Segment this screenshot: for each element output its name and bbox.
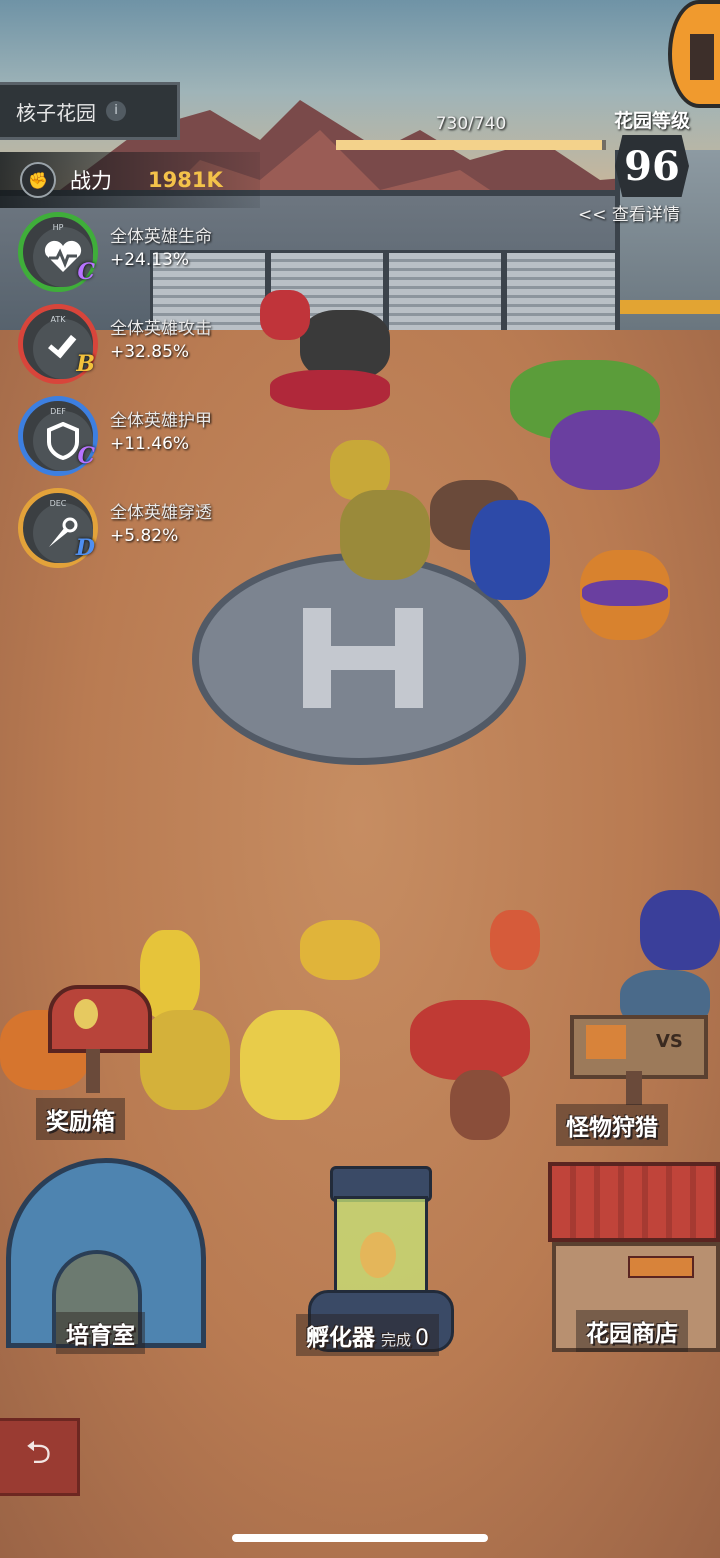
- stat-value: +11.46%: [110, 434, 190, 454]
- stat-ring: DEF C: [18, 396, 98, 476]
- reward-box-facility[interactable]: [40, 985, 152, 1095]
- stat-name: 全体英雄攻击: [110, 319, 212, 339]
- combat-power-label: 战力: [70, 169, 112, 193]
- breeding-room-label[interactable]: 培育室: [56, 1312, 145, 1354]
- stat-ring: DEC D: [18, 488, 98, 568]
- garden-level-number: 96: [624, 142, 680, 190]
- stat-name: 全体英雄生命: [110, 227, 212, 247]
- view-details-link[interactable]: << 查看详情: [578, 200, 680, 225]
- stat-value: +32.85%: [110, 342, 190, 362]
- monster-hunt-label[interactable]: 怪物狩猎: [556, 1104, 668, 1146]
- vs-sign-text: VS: [656, 1031, 683, 1052]
- garden-exp-text: 730/740: [435, 114, 507, 134]
- stat-row[interactable]: DEC D 全体英雄穿透 +5.82%: [18, 488, 278, 570]
- incubator-done-label: 完成: [381, 1331, 412, 1349]
- stat-ring: HP C: [18, 212, 98, 292]
- stat-value: +24.13%: [110, 250, 190, 270]
- stat-grade: C: [77, 443, 95, 469]
- pumpkin-monster[interactable]: [570, 500, 680, 650]
- stat-abbr: HP: [52, 223, 64, 232]
- stat-row[interactable]: ATK B 全体英雄攻击 +32.85%: [18, 304, 278, 386]
- back-button[interactable]: ⮌: [0, 1418, 80, 1496]
- golden-bird-monster[interactable]: [230, 920, 410, 1140]
- garden-shop-label[interactable]: 花园商店: [576, 1310, 688, 1352]
- combat-power-panel: ✊ 战力 1981K: [0, 152, 260, 208]
- garden-level-badge: 96: [615, 135, 689, 197]
- garden-level-title: 花园等级: [613, 110, 690, 132]
- helipad-h-mark: [303, 608, 423, 708]
- combat-power-value: 1981K: [148, 168, 223, 192]
- incubator-title: 孵化器: [306, 1325, 375, 1351]
- garden-level-panel[interactable]: 花园等级 96: [604, 106, 700, 200]
- info-icon[interactable]: i: [106, 101, 126, 121]
- stat-row[interactable]: HP C 全体英雄生命 +24.13%: [18, 212, 278, 294]
- home-indicator[interactable]: [232, 1534, 488, 1542]
- stat-name: 全体英雄穿透: [110, 503, 212, 523]
- stat-grade: D: [75, 535, 95, 561]
- blue-winged-monster[interactable]: [430, 440, 580, 620]
- garden-name: 核子花园: [16, 100, 96, 125]
- stat-grade: B: [76, 351, 95, 377]
- incubator-label[interactable]: 孵化器 完成 0: [296, 1314, 440, 1356]
- garden-name-panel[interactable]: 核子花园 i: [0, 82, 180, 140]
- stat-row[interactable]: DEF C 全体英雄护甲 +11.46%: [18, 396, 278, 478]
- garden-exp-fill: [336, 140, 603, 150]
- shutter-door: [504, 250, 622, 340]
- fist-icon: ✊: [20, 162, 56, 198]
- stat-grade: C: [77, 259, 95, 285]
- stat-abbr: DEC: [49, 499, 67, 508]
- stat-name: 全体英雄护甲: [110, 411, 212, 431]
- stat-abbr: DEF: [50, 407, 66, 416]
- back-arrow-icon: ⮌: [25, 1433, 52, 1471]
- monster-hunt-facility[interactable]: VS: [570, 1015, 710, 1105]
- stat-abbr: ATK: [50, 315, 66, 324]
- stat-value: +5.82%: [110, 526, 179, 546]
- incubator-done-count: 0: [415, 1326, 430, 1351]
- stat-ring: ATK B: [18, 304, 98, 384]
- reward-box-label[interactable]: 奖励箱: [36, 1098, 125, 1140]
- red-ostrich-monster[interactable]: [390, 890, 560, 1150]
- garden-exp-bar: [336, 140, 606, 150]
